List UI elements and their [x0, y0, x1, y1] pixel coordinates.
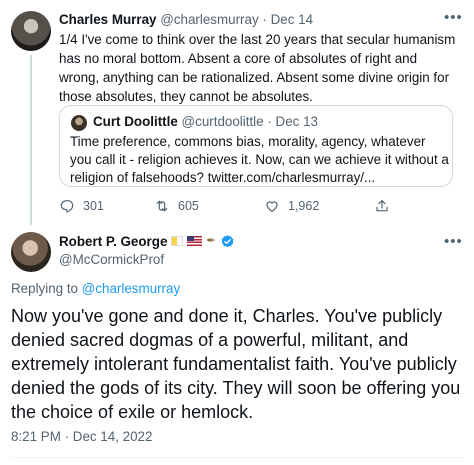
parent-tweet[interactable]: Charles Murray @charlesmurray · Dec 14 •…	[0, 0, 474, 228]
replying-to-link[interactable]: @charlesmurray	[82, 281, 180, 296]
reply-button[interactable]: 301	[59, 196, 104, 216]
quoted-author-handle: @curtdoolittle	[181, 114, 264, 129]
main-tweet-text: Now you've gone and done it, Charles. Yo…	[11, 306, 461, 422]
main-author-name-row: Robert P. George ✒	[59, 232, 235, 250]
reply-count: 301	[83, 199, 104, 213]
retweet-button[interactable]: 605	[154, 196, 199, 216]
more-horizontal-icon[interactable]: •••	[444, 234, 462, 249]
parent-author-name[interactable]: Charles Murray	[59, 12, 157, 27]
parent-tweet-header: Charles Murray @charlesmurray · Dec 14	[59, 11, 313, 29]
replying-to-prefix: Replying to	[11, 281, 78, 296]
share-icon	[376, 200, 388, 212]
main-author-handle[interactable]: @McCormickProf	[59, 251, 164, 269]
main-author-name[interactable]: Robert P. George	[59, 234, 167, 249]
header-separator: ·	[262, 12, 267, 27]
more-horizontal-icon[interactable]: •••	[444, 10, 462, 25]
verified-badge-icon	[221, 234, 234, 247]
quoted-tweet[interactable]: Curt Doolittle @curtdoolittle · Dec 13 T…	[59, 105, 453, 187]
main-tweet-timestamp[interactable]: 8:21 PM · Dec 14, 2022	[11, 428, 152, 446]
quoted-header-separator: ·	[267, 114, 272, 129]
retweet-icon	[156, 200, 168, 212]
parent-author-handle[interactable]: @charlesmurray	[160, 12, 258, 27]
retweet-count: 605	[178, 199, 199, 213]
share-button[interactable]	[374, 196, 390, 216]
avatar-robert-george[interactable]	[11, 232, 51, 272]
quoted-tweet-header: Curt Doolittle @curtdoolittle · Dec 13	[93, 113, 318, 131]
replying-to-line: Replying to @charlesmurray	[11, 280, 180, 298]
reply-icon	[60, 200, 74, 213]
quoted-tweet-text: Time preference, commons bias, morality,…	[70, 134, 449, 185]
like-count: 1,962	[288, 199, 320, 213]
like-button[interactable]: 1,962	[264, 196, 319, 216]
quoted-tweet-date: Dec 13	[275, 114, 318, 129]
heart-icon	[266, 201, 278, 213]
vatican-flag-icon	[171, 236, 184, 246]
us-flag-icon	[187, 236, 203, 246]
tweet-thread: Charles Murray @charlesmurray · Dec 14 •…	[0, 0, 474, 465]
parent-tweet-date[interactable]: Dec 14	[271, 12, 313, 27]
quill-pen-icon: ✒	[206, 235, 216, 247]
avatar-charles-murray[interactable]	[11, 11, 51, 51]
divider	[11, 457, 463, 458]
quoted-author-name: Curt Doolittle	[93, 114, 178, 129]
thread-connector-line	[30, 55, 32, 225]
parent-tweet-text: 1/4 I've come to think over the last 20 …	[59, 32, 456, 104]
avatar-curt-doolittle	[71, 115, 87, 131]
tweet-action-bar: 301 605 1,962	[59, 196, 399, 216]
